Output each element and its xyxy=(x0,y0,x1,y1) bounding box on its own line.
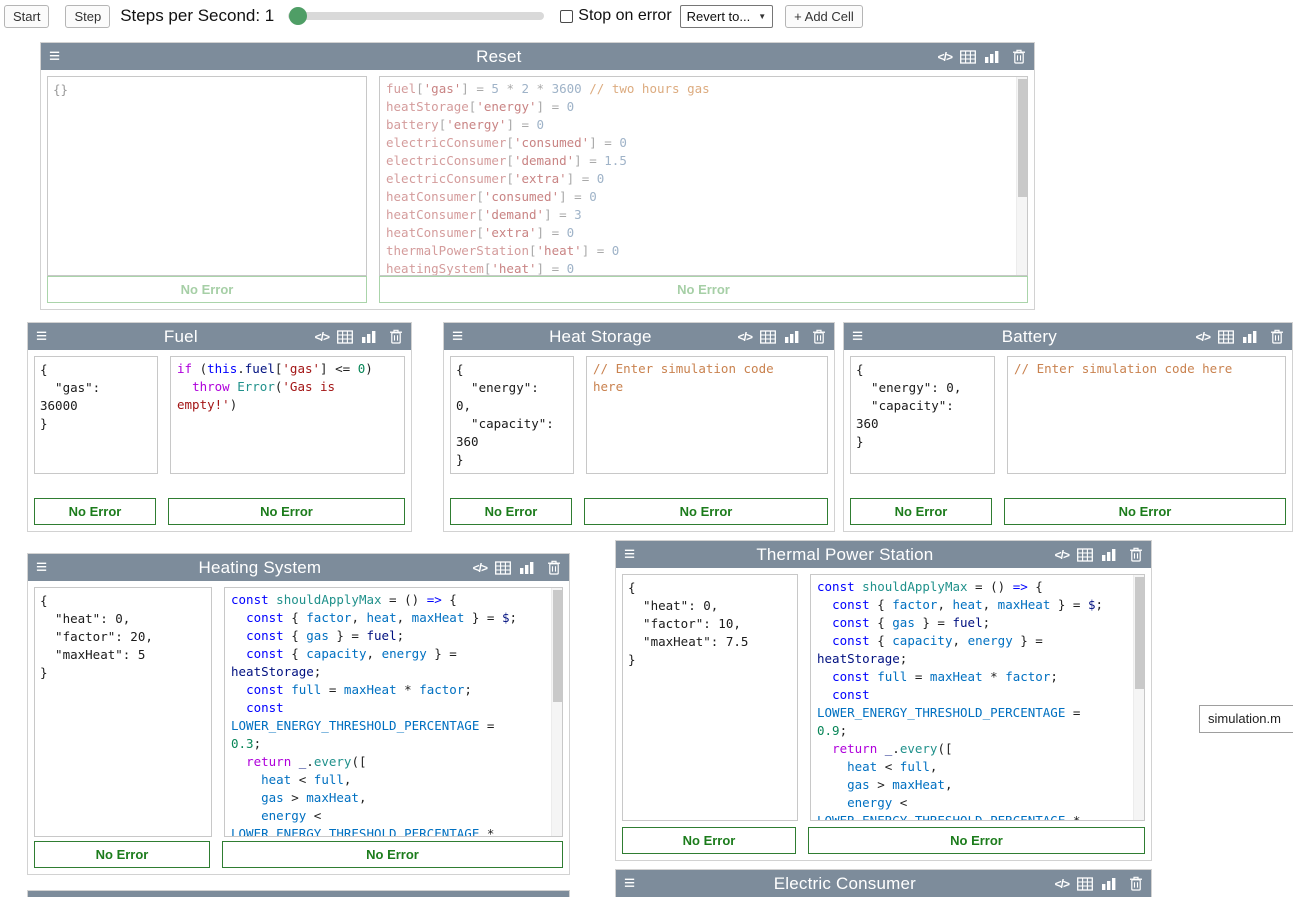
filename-tooltip: simulation.m xyxy=(1199,705,1293,733)
chart-view-icon[interactable] xyxy=(1101,877,1117,891)
cell-partial: ≡ </> xyxy=(27,890,570,897)
table-view-icon[interactable] xyxy=(1077,877,1093,891)
chart-view-icon[interactable] xyxy=(1101,548,1117,562)
table-view-icon[interactable] xyxy=(495,561,511,575)
cell-heat-storage: ≡ Heat Storage </> { "energy": 0, "capac… xyxy=(443,322,835,532)
revert-select[interactable]: Revert to... ▼ xyxy=(680,5,774,28)
code-view-icon[interactable]: </> xyxy=(315,330,329,344)
code-error-status: No Error xyxy=(168,498,405,525)
menu-icon[interactable]: ≡ xyxy=(49,47,60,66)
cell-battery-header: ≡ Battery </> xyxy=(844,323,1292,350)
step-button[interactable]: Step xyxy=(65,5,110,28)
state-error-status: No Error xyxy=(47,276,367,303)
code-editor[interactable]: // Enter simulation code here xyxy=(1007,356,1286,474)
cell-heating-system-header: ≡ Heating System </> xyxy=(28,554,569,581)
delete-cell-icon[interactable] xyxy=(389,329,403,344)
chart-view-icon[interactable] xyxy=(784,330,800,344)
code-error-status: No Error xyxy=(222,841,563,868)
menu-icon[interactable]: ≡ xyxy=(624,545,635,564)
speed-slider[interactable] xyxy=(288,12,544,20)
code-error-status: No Error xyxy=(1004,498,1286,525)
chart-view-icon[interactable] xyxy=(361,330,377,344)
scrollbar[interactable] xyxy=(1016,77,1027,275)
chart-view-icon[interactable] xyxy=(1242,330,1258,344)
code-editor[interactable]: // Enter simulation codehere xyxy=(586,356,828,474)
start-button[interactable]: Start xyxy=(4,5,49,28)
table-view-icon[interactable] xyxy=(1218,330,1234,344)
state-editor[interactable]: { "gas": 36000 } xyxy=(34,356,158,474)
scrollbar[interactable] xyxy=(551,588,562,836)
cell-electric-consumer-header: ≡ Electric Consumer </> xyxy=(616,870,1151,897)
delete-cell-icon[interactable] xyxy=(547,560,561,575)
cell-fuel-header: ≡ Fuel </> xyxy=(28,323,411,350)
chart-view-icon[interactable] xyxy=(519,561,535,575)
add-cell-button[interactable]: + Add Cell xyxy=(785,5,863,28)
cell-fuel: ≡ Fuel </> { "gas": 36000 } if (this.fue… xyxy=(27,322,412,532)
table-view-icon[interactable] xyxy=(1077,548,1093,562)
toolbar: Start Step Steps per Second: 1 Stop on e… xyxy=(0,0,1293,32)
table-view-icon[interactable] xyxy=(760,330,776,344)
stop-on-error-label: Stop on error xyxy=(578,7,671,25)
cell-title: Battery xyxy=(869,327,1190,347)
delete-cell-icon[interactable] xyxy=(1012,49,1026,64)
cell-battery: ≡ Battery </> { "energy": 0, "capacity":… xyxy=(843,322,1293,532)
table-view-icon[interactable] xyxy=(337,330,353,344)
cell-heat-storage-header: ≡ Heat Storage </> xyxy=(444,323,834,350)
cell-reset-header: ≡ Reset </> xyxy=(41,43,1034,70)
state-editor[interactable]: {} xyxy=(47,76,367,276)
code-editor[interactable]: const shouldApplyMax = () => { const { f… xyxy=(810,574,1145,821)
simulation-workspace: Start Step Steps per Second: 1 Stop on e… xyxy=(0,0,1293,897)
code-error-status: No Error xyxy=(379,276,1028,303)
code-view-icon[interactable]: </> xyxy=(473,561,487,575)
code-editor[interactable]: const shouldApplyMax = () => { const { f… xyxy=(224,587,563,837)
code-view-icon[interactable]: </> xyxy=(738,330,752,344)
cell-thermal-power-station-header: ≡ Thermal Power Station </> xyxy=(616,541,1151,568)
delete-cell-icon[interactable] xyxy=(812,329,826,344)
code-editor[interactable]: if (this.fuel['gas'] <= 0) throw Error('… xyxy=(170,356,405,474)
table-view-icon[interactable] xyxy=(960,50,976,64)
code-error-status: No Error xyxy=(808,827,1145,854)
state-error-status: No Error xyxy=(622,827,796,854)
cell-title: Fuel xyxy=(53,327,309,347)
code-view-icon[interactable]: </> xyxy=(938,50,952,64)
state-error-status: No Error xyxy=(450,498,572,525)
cell-title: Reset xyxy=(66,47,932,67)
state-editor[interactable]: { "energy": 0, "capacity": 360 } xyxy=(450,356,574,474)
code-error-status: No Error xyxy=(584,498,828,525)
menu-icon[interactable]: ≡ xyxy=(624,874,635,893)
chevron-down-icon: ▼ xyxy=(758,12,766,21)
menu-icon[interactable]: ≡ xyxy=(36,327,47,346)
menu-icon[interactable]: ≡ xyxy=(452,327,463,346)
chart-view-icon[interactable] xyxy=(984,50,1000,64)
cell-reset: ≡ Reset </> {} fuel['gas'] = 5 * 2 * 360… xyxy=(40,42,1035,310)
speed-slider-thumb[interactable] xyxy=(289,7,307,25)
delete-cell-icon[interactable] xyxy=(1129,876,1143,891)
cell-title: Electric Consumer xyxy=(641,874,1049,894)
code-view-icon[interactable]: </> xyxy=(1055,548,1069,562)
cell-title: Heat Storage xyxy=(469,327,732,347)
state-editor[interactable]: { "heat": 0, "factor": 10, "maxHeat": 7.… xyxy=(622,574,798,821)
state-editor[interactable]: { "energy": 0, "capacity": 360 } xyxy=(850,356,995,474)
code-view-icon[interactable]: </> xyxy=(1196,330,1210,344)
cell-title: Heating System xyxy=(53,558,467,578)
code-editor[interactable]: fuel['gas'] = 5 * 2 * 3600 // two hours … xyxy=(379,76,1028,276)
cell-title: Thermal Power Station xyxy=(641,545,1049,565)
code-view-icon[interactable]: </> xyxy=(1055,877,1069,891)
cell-electric-consumer: ≡ Electric Consumer </> xyxy=(615,869,1152,897)
revert-select-value: Revert to... xyxy=(687,9,751,24)
menu-icon[interactable]: ≡ xyxy=(852,327,863,346)
delete-cell-icon[interactable] xyxy=(1129,547,1143,562)
cell-thermal-power-station: ≡ Thermal Power Station </> { "heat": 0,… xyxy=(615,540,1152,861)
cell-heating-system: ≡ Heating System </> { "heat": 0, "facto… xyxy=(27,553,570,875)
state-error-status: No Error xyxy=(850,498,992,525)
menu-icon[interactable]: ≡ xyxy=(36,558,47,577)
delete-cell-icon[interactable] xyxy=(1270,329,1284,344)
state-error-status: No Error xyxy=(34,498,156,525)
state-editor[interactable]: { "heat": 0, "factor": 20, "maxHeat": 5 … xyxy=(34,587,212,837)
stop-on-error-checkbox[interactable] xyxy=(560,10,573,23)
scrollbar[interactable] xyxy=(1133,575,1144,820)
cell-partial-header: ≡ </> xyxy=(28,891,569,897)
steps-per-second-label: Steps per Second: 1 xyxy=(120,6,274,26)
state-error-status: No Error xyxy=(34,841,210,868)
